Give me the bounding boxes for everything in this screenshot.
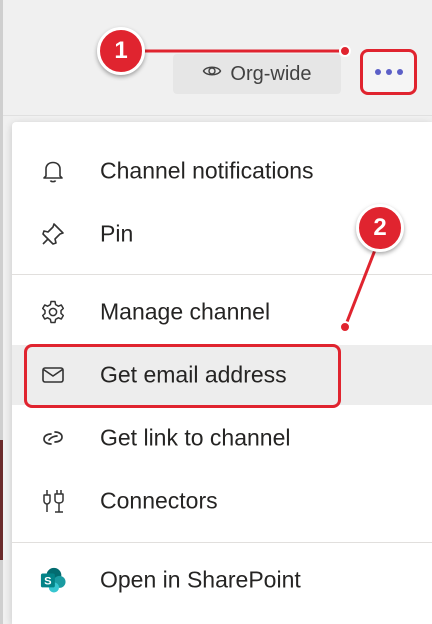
menu-item-channel-notifications[interactable]: Channel notifications xyxy=(12,141,432,201)
menu-item-label: Connectors xyxy=(100,487,218,514)
connectors-icon xyxy=(40,488,66,514)
menu-item-label: Get email address xyxy=(100,361,287,388)
step-callout-number: 1 xyxy=(114,37,128,64)
svg-text:S: S xyxy=(44,576,51,588)
more-options-button[interactable] xyxy=(360,49,417,95)
more-options-icon xyxy=(374,69,403,75)
visibility-badge[interactable]: Org-wide xyxy=(173,54,341,94)
menu-item-get-link-to-channel[interactable]: Get link to channel xyxy=(12,408,432,468)
menu-item-manage-channel[interactable]: Manage channel xyxy=(12,282,432,342)
menu-item-get-email-address[interactable]: Get email address xyxy=(12,345,432,405)
window-edge-accent xyxy=(0,440,3,560)
pin-icon xyxy=(40,221,66,247)
menu-item-label: Get link to channel xyxy=(100,424,291,451)
menu-divider xyxy=(12,274,432,275)
menu-item-open-in-sharepoint[interactable]: S Open in SharePoint xyxy=(12,550,432,610)
channel-context-menu: Channel notifications Pin Manage channel xyxy=(12,122,432,624)
menu-item-label: Pin xyxy=(100,220,134,247)
step-callout-1: 1 xyxy=(97,27,145,75)
menu-item-label: Manage channel xyxy=(100,298,271,325)
gear-icon xyxy=(40,299,66,325)
menu-item-connectors[interactable]: Connectors xyxy=(12,471,432,531)
channel-header: Org-wide xyxy=(3,0,432,116)
menu-divider xyxy=(12,542,432,543)
bell-icon xyxy=(40,158,66,184)
callout-anchor-dot xyxy=(339,45,351,57)
menu-item-label: Channel notifications xyxy=(100,157,314,184)
eye-icon xyxy=(202,61,222,87)
menu-item-label: Open in SharePoint xyxy=(100,566,301,593)
visibility-label: Org-wide xyxy=(230,62,312,85)
link-icon xyxy=(40,425,66,451)
sharepoint-icon: S xyxy=(40,567,66,593)
step-callout-2: 2 xyxy=(356,204,404,252)
step-callout-number: 2 xyxy=(373,214,387,241)
mail-icon xyxy=(40,362,66,388)
callout-anchor-dot xyxy=(339,321,351,333)
